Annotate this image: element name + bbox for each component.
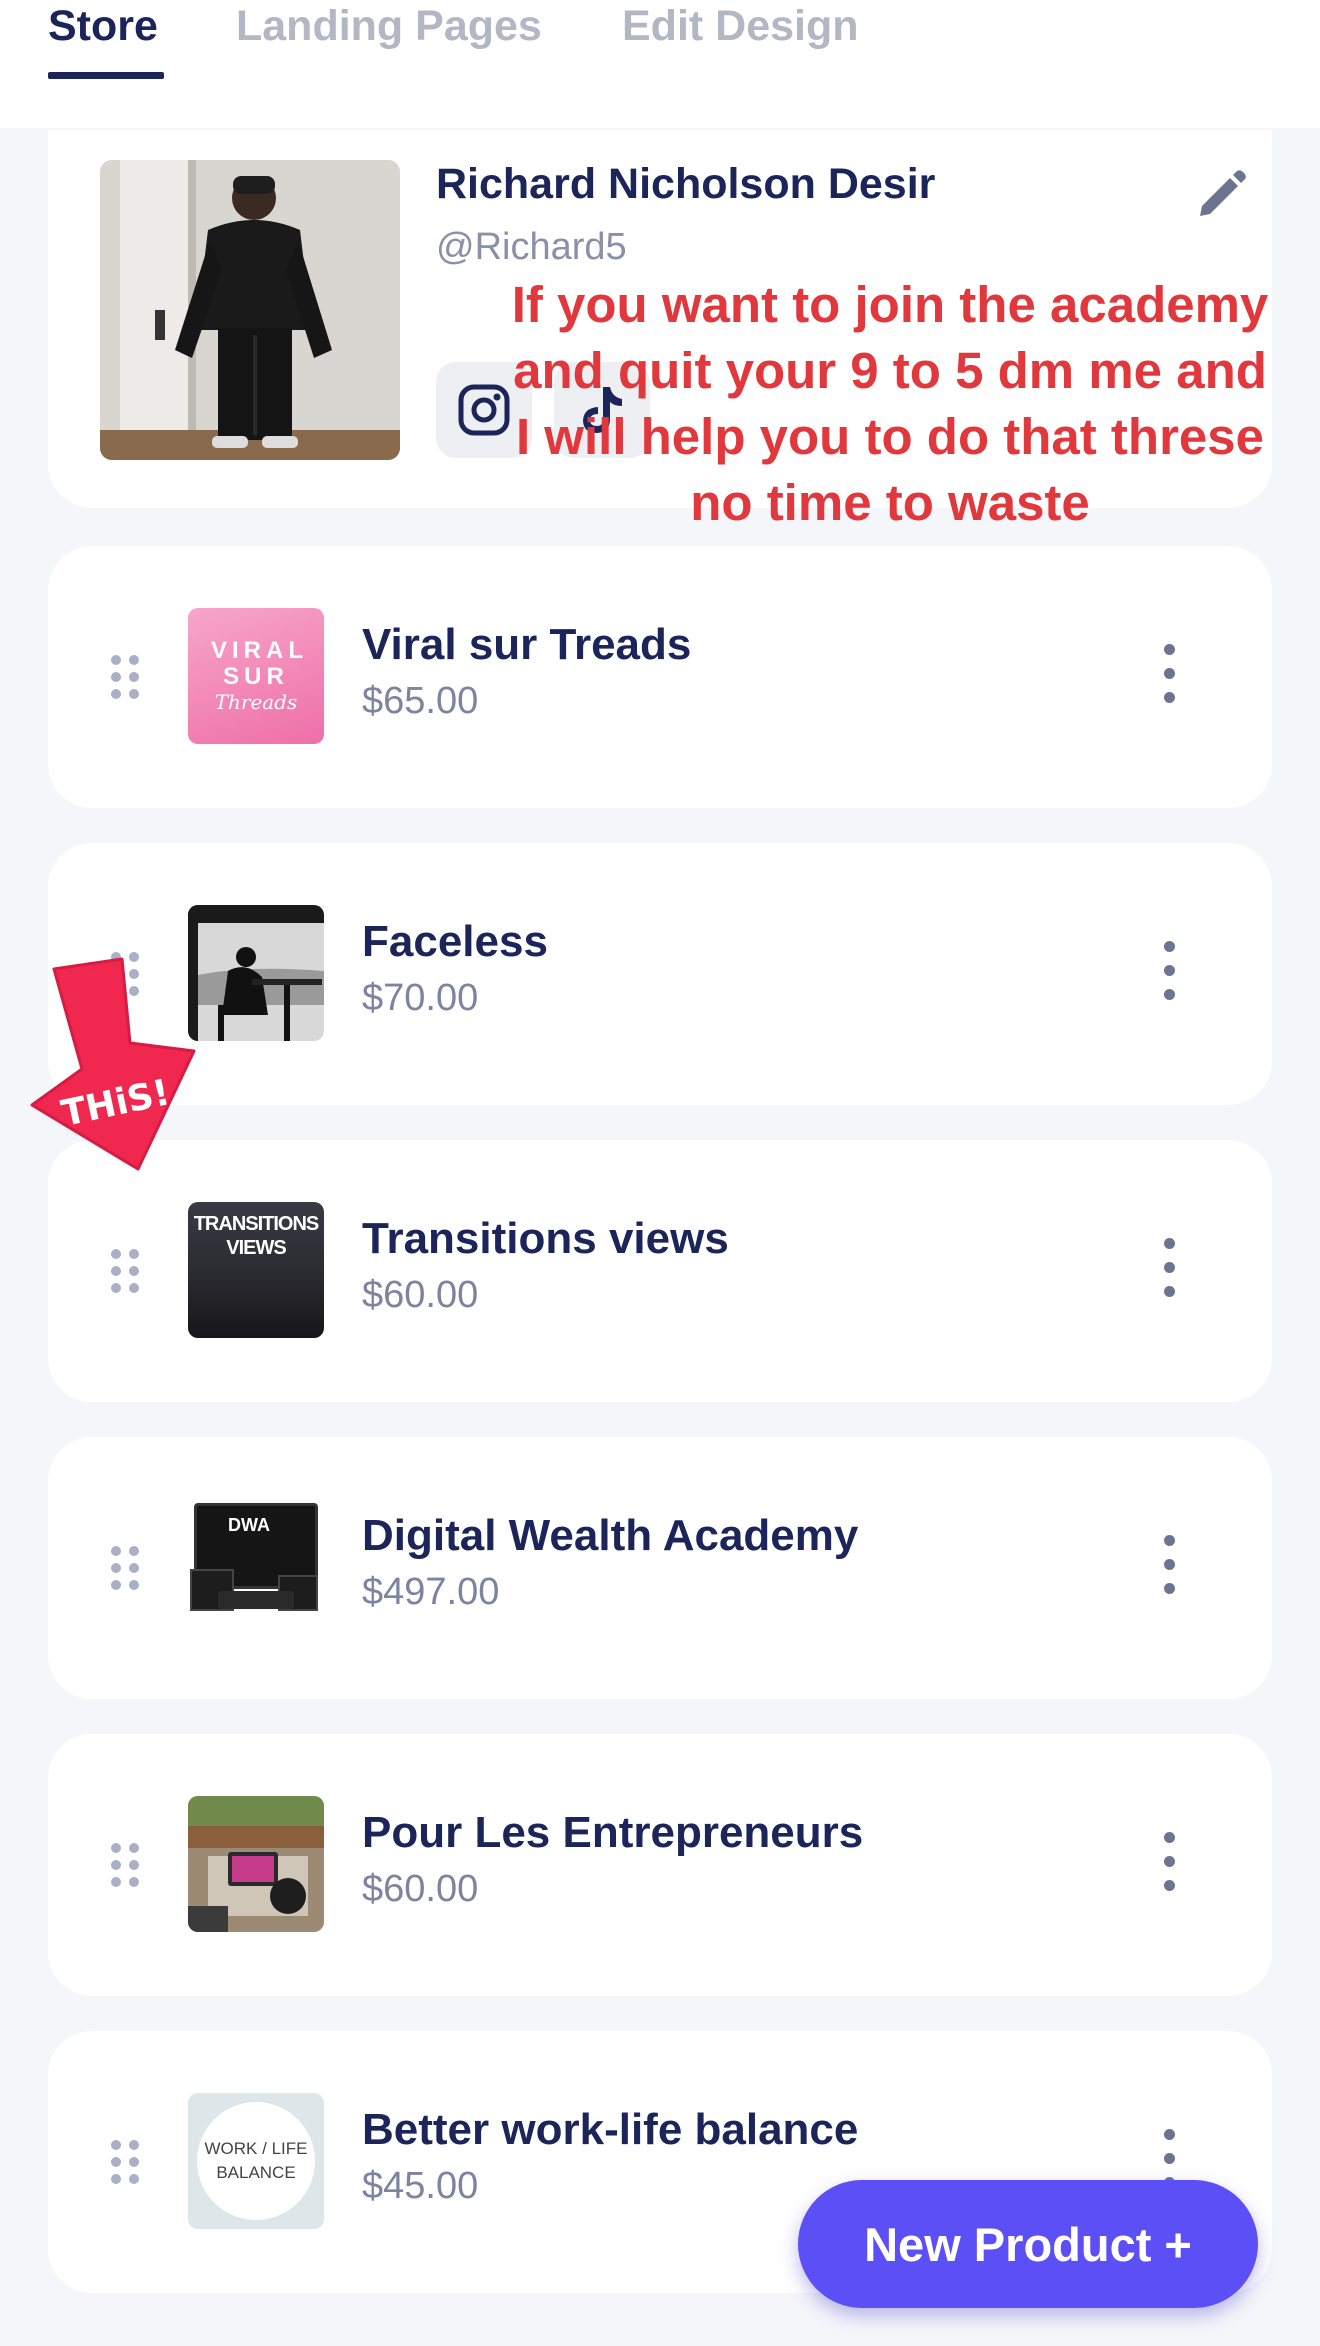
drag-handle-icon[interactable]: [110, 1248, 140, 1294]
more-options-icon[interactable]: [1158, 941, 1180, 1007]
product-price: $60.00: [362, 1274, 479, 1316]
tab-store[interactable]: Store: [48, 0, 158, 52]
thumbnail-text: WORK / LIFE: [204, 2139, 308, 2158]
product-card[interactable]: VIRAL SUR Threads Viral sur Treads $65.0…: [48, 546, 1272, 808]
product-price: $497.00: [362, 1571, 500, 1613]
overlay-annotation-text: If you want to join the academy and quit…: [511, 276, 1269, 531]
product-name: Better work-life balance: [362, 2105, 859, 2154]
new-product-button[interactable]: New Product +: [798, 2180, 1258, 2308]
drag-handle-icon[interactable]: [110, 1842, 140, 1888]
tab-edit-design[interactable]: Edit Design: [622, 0, 859, 52]
drag-handle-icon[interactable]: [110, 1545, 140, 1591]
tab-landing-pages[interactable]: Landing Pages: [236, 0, 542, 52]
thumbnail-text: TRANSITIONS: [193, 1213, 320, 1235]
drag-handle-icon[interactable]: [110, 654, 140, 700]
thumbnail-text: VIRAL SUR: [211, 637, 308, 690]
profile-name: Richard Nicholson Desir: [436, 160, 936, 208]
product-price: $70.00: [362, 977, 479, 1019]
product-card[interactable]: DWA Digital Wealth Academy $497.00: [48, 1437, 1272, 1699]
product-name: Transitions views: [362, 1214, 729, 1263]
instagram-icon: [458, 384, 510, 436]
product-card[interactable]: Faceless $70.00: [48, 843, 1272, 1105]
product-name: Viral sur Treads: [362, 620, 692, 669]
thumbnail-text: BALANCE: [216, 2163, 296, 2182]
more-options-icon[interactable]: [1158, 1535, 1180, 1601]
product-thumbnail: TRANSITIONS VIEWS: [188, 1202, 324, 1338]
product-name: Digital Wealth Academy: [362, 1511, 859, 1560]
more-options-icon[interactable]: [1158, 1832, 1180, 1898]
top-tab-bar: Store Landing Pages Edit Design: [0, 0, 1320, 128]
drag-handle-icon[interactable]: [110, 2139, 140, 2185]
product-price: $45.00: [362, 2165, 479, 2207]
thumbnail-script-text: Threads: [214, 690, 298, 714]
edit-pencil-icon[interactable]: [1194, 166, 1250, 222]
product-card[interactable]: Pour Les Entrepreneurs $60.00: [48, 1734, 1272, 1996]
product-card[interactable]: TRANSITIONS VIEWS Transitions views $60.…: [48, 1140, 1272, 1402]
thumbnail-text: VIEWS: [226, 1237, 286, 1259]
product-price: $65.00: [362, 680, 479, 722]
more-options-icon[interactable]: [1158, 644, 1180, 710]
thumbnail-text: DWA: [228, 1515, 270, 1535]
product-thumbnail: VIRAL SUR Threads: [188, 608, 324, 744]
profile-handle: @Richard5: [436, 226, 627, 268]
avatar[interactable]: [100, 160, 400, 460]
product-thumbnail: DWA: [188, 1499, 324, 1635]
this-arrow-sticker: THiS!: [30, 957, 196, 1171]
product-name: Faceless: [362, 917, 548, 966]
product-name: Pour Les Entrepreneurs: [362, 1808, 864, 1857]
product-price: $60.00: [362, 1868, 479, 1910]
product-thumbnail: [188, 905, 324, 1041]
product-thumbnail: [188, 1796, 324, 1932]
more-options-icon[interactable]: [1158, 1238, 1180, 1304]
product-thumbnail: WORK / LIFE BALANCE: [188, 2093, 324, 2229]
active-tab-indicator: [48, 72, 164, 79]
